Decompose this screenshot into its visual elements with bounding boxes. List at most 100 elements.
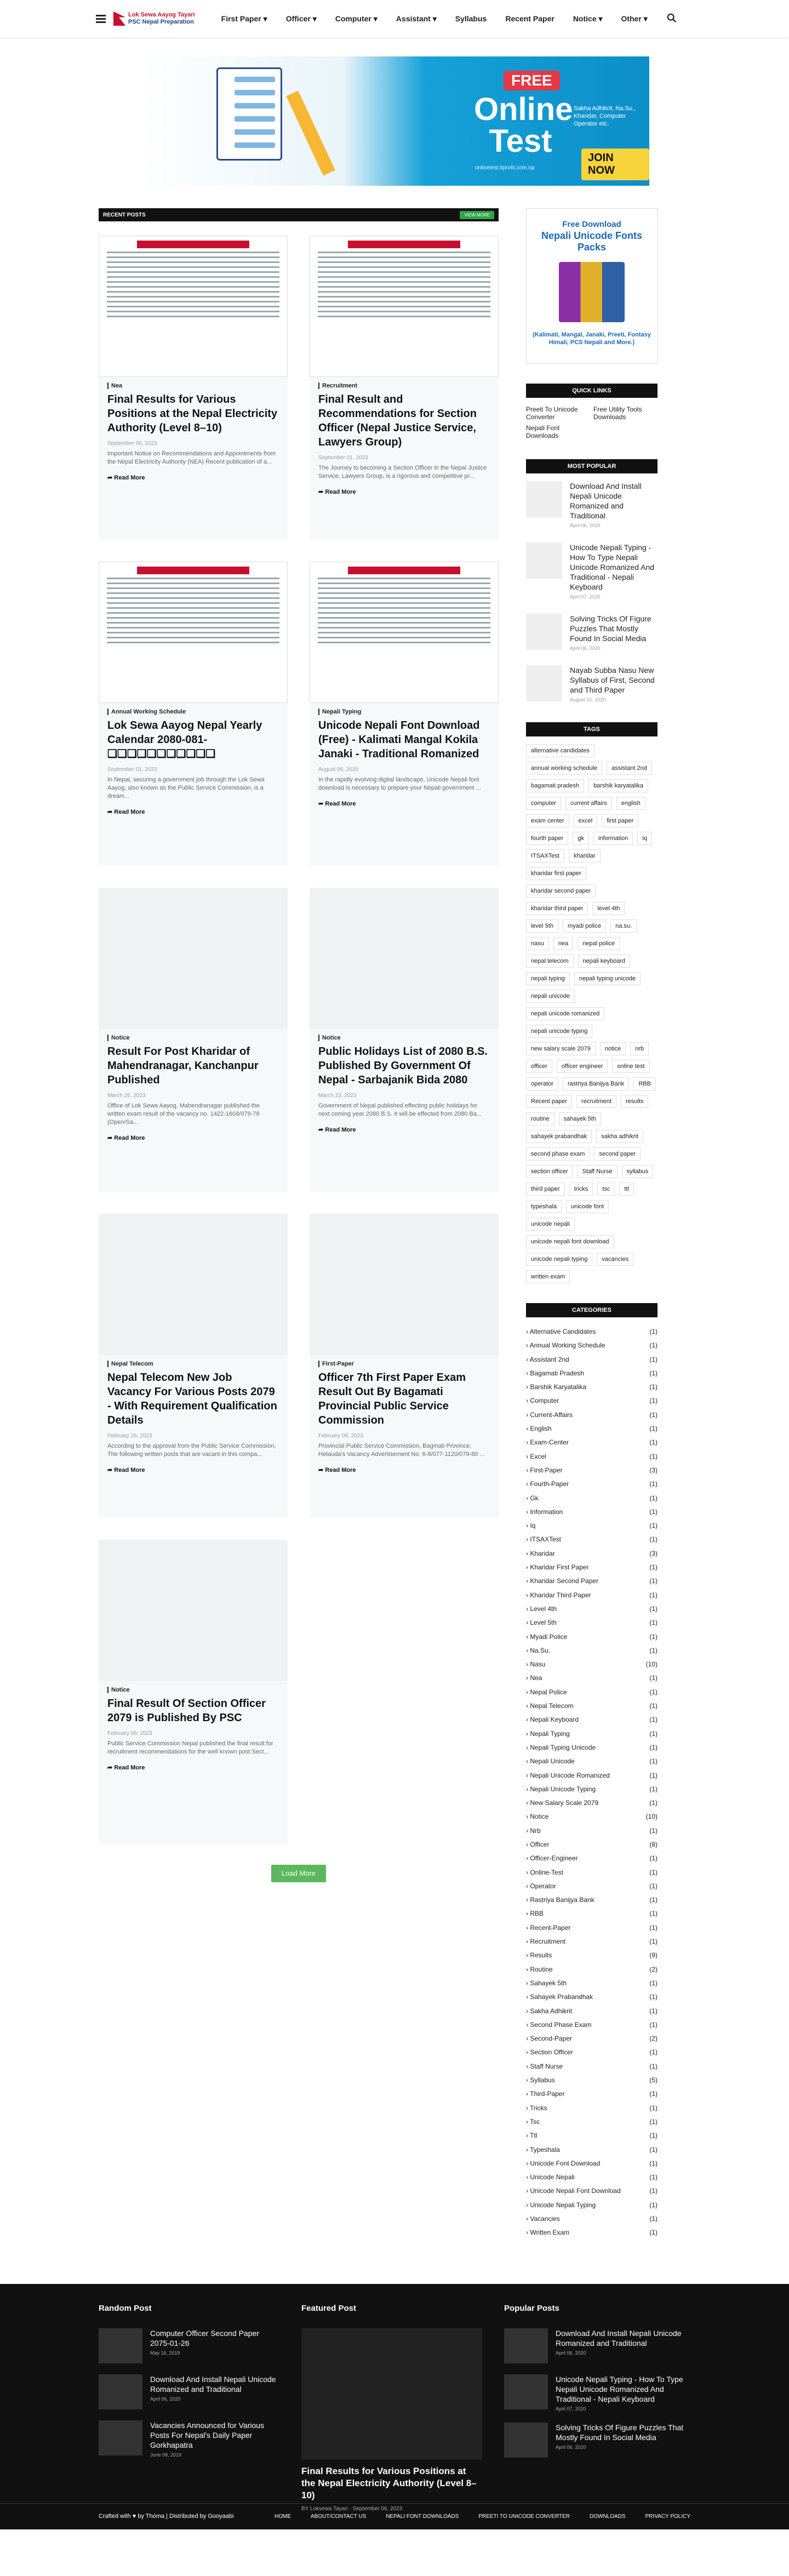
post-title[interactable]: Nepal Telecom New Job Vacancy For Variou… [107, 1370, 279, 1427]
tag[interactable]: rastriya Banijya Bank [562, 1077, 630, 1090]
tag[interactable]: RBB [633, 1077, 656, 1090]
tag[interactable]: kharidar third paper [526, 902, 588, 915]
category-item[interactable]: › Third-Paper (1) [526, 2087, 658, 2101]
tag[interactable]: notice [599, 1042, 626, 1055]
category-item[interactable]: › Myadi Police (1) [526, 1630, 658, 1644]
tag[interactable]: english [616, 797, 645, 810]
post-category[interactable]: Recruitment [318, 382, 490, 389]
post-card[interactable]: Notice Final Result Of Section Officer 20… [99, 1540, 288, 1844]
load-more-button[interactable]: Load More [271, 1865, 326, 1882]
category-item[interactable]: › Gk (1) [526, 1492, 658, 1505]
footer-post-title[interactable]: Computer Officer Second Paper 2075-01-26 [150, 2328, 279, 2348]
category-name[interactable]: › Section Officer [526, 2046, 573, 2059]
category-name[interactable]: › Bagamati Pradesh [526, 1367, 584, 1380]
featured-headline[interactable]: Final Results for Various Positions at t… [301, 2465, 482, 2501]
category-name[interactable]: › Vacancies [526, 2212, 560, 2226]
category-item[interactable]: › Nepal Police (1) [526, 1686, 658, 1699]
category-item[interactable]: › Nrb (1) [526, 1824, 658, 1838]
post-thumbnail[interactable] [310, 236, 499, 377]
post-thumbnail[interactable] [310, 562, 499, 703]
site-logo[interactable]: Lok Sewa Aayog Tayari PSC Nepal Preparati… [113, 12, 195, 26]
footer-thumbnail[interactable] [504, 2422, 548, 2458]
tag[interactable]: fourth paper [526, 832, 569, 845]
category-name[interactable]: › Information [526, 1505, 563, 1519]
font-pack-ad[interactable]: Free Download Nepali Unicode Fonts Packs… [526, 208, 658, 364]
category-name[interactable]: › Nepali Keyboard [526, 1713, 579, 1727]
footer-link[interactable]: PREETI TO UNICODE CONVERTER [478, 2514, 570, 2520]
menu-item[interactable]: Syllabus [455, 14, 487, 24]
category-name[interactable]: › Alternative Candidates [526, 1325, 596, 1339]
category-item[interactable]: › Unicode Nepali Typing (1) [526, 2198, 658, 2212]
category-item[interactable]: › Typeshala (1) [526, 2143, 658, 2157]
category-name[interactable]: › Recruitment [526, 1935, 565, 1949]
category-item[interactable]: › Staff Nurse (1) [526, 2060, 658, 2074]
footer-post-title[interactable]: Solving Tricks Of Figure Puzzles That Mo… [556, 2423, 685, 2442]
popular-title[interactable]: Nayab Subba Nasu New Syllabus of First, … [570, 665, 658, 695]
tag[interactable]: bagamati pradesh [526, 779, 585, 792]
footer-post[interactable]: Computer Officer Second Paper 2075-01-26… [99, 2328, 279, 2363]
post-card[interactable]: Nea Final Results for Various Positions a… [99, 236, 288, 540]
tag[interactable]: nepal telecom [526, 955, 574, 968]
tag[interactable]: nea [553, 937, 574, 950]
tag[interactable]: nasu [526, 937, 549, 950]
post-title[interactable]: Lok Sewa Aayog Nepal Yearly Calendar 208… [107, 718, 279, 761]
category-name[interactable]: › Second Phase Exam [526, 2018, 591, 2032]
category-name[interactable]: › Recent-Paper [526, 1921, 570, 1935]
category-item[interactable]: › Section Officer (1) [526, 2046, 658, 2059]
category-item[interactable]: › Kharidar Second Paper (1) [526, 1574, 658, 1588]
footer-thumbnail[interactable] [99, 2374, 142, 2409]
tag[interactable]: nepali unicode typing [526, 1025, 593, 1038]
post-card[interactable]: Notice Result For Post Kharidar of Mahend… [99, 888, 288, 1192]
category-name[interactable]: › Nea [526, 1671, 542, 1685]
footer-post-title[interactable]: Download And Install Nepali Unicode Roma… [150, 2374, 279, 2394]
post-category[interactable]: Notice [107, 1035, 279, 1041]
tag[interactable]: results [621, 1095, 649, 1108]
tag[interactable]: current affairs [565, 797, 612, 810]
tag[interactable]: unicode nepali [526, 1218, 575, 1231]
category-name[interactable]: › Unicode Nepali [526, 2171, 575, 2184]
category-item[interactable]: › Information (1) [526, 1505, 658, 1519]
tag[interactable]: tsc [597, 1183, 615, 1196]
category-item[interactable]: › Rastriya Banijya Bank (1) [526, 1893, 658, 1907]
tag[interactable]: second paper [594, 1147, 641, 1161]
post-category[interactable]: Nepali Typing [318, 709, 490, 715]
category-name[interactable]: › Exam-Center [526, 1436, 569, 1449]
footer-post-title[interactable]: Unicode Nepali Typing - How To Type Nepa… [556, 2374, 685, 2404]
read-more-link[interactable]: ➦ Read More [107, 474, 279, 481]
tag[interactable]: alternative candidates [526, 744, 595, 757]
tag[interactable]: nrb [630, 1042, 649, 1055]
post-title[interactable]: Final Result and Recommendations for Sec… [318, 392, 490, 449]
tag[interactable]: excel [573, 814, 598, 827]
footer-link[interactable]: DOWNLOADS [590, 2514, 626, 2520]
category-item[interactable]: › Na.Su. (1) [526, 1644, 658, 1658]
category-name[interactable]: › Kharidar Third Paper [526, 1589, 591, 1602]
tag[interactable]: new salary scale 2079 [526, 1042, 596, 1055]
category-item[interactable]: › Barshik Karyatalika (1) [526, 1380, 658, 1394]
footer-post-title[interactable]: Vacancies Announced for Various Posts Fo… [150, 2420, 279, 2450]
category-item[interactable]: › Recruitment (1) [526, 1935, 658, 1949]
tag[interactable]: third paper [526, 1183, 565, 1196]
category-name[interactable]: › Assistant 2nd [526, 1353, 569, 1367]
tag[interactable]: unicode nepali typing [526, 1253, 593, 1266]
post-card[interactable]: Notice Public Holidays List of 2080 B.S. … [310, 888, 499, 1192]
post-title[interactable]: Public Holidays List of 2080 B.S. Publis… [318, 1044, 490, 1087]
category-name[interactable]: › Ttl [526, 2129, 537, 2143]
category-item[interactable]: › RBB (1) [526, 1907, 658, 1921]
tag[interactable]: computer [526, 797, 561, 810]
category-name[interactable]: › Operator [526, 1880, 556, 1893]
read-more-link[interactable]: ➦ Read More [107, 1764, 279, 1771]
tag[interactable]: Staff Nurse [577, 1165, 618, 1178]
footer-post-title[interactable]: Download And Install Nepali Unicode Roma… [556, 2328, 685, 2348]
category-item[interactable]: › Kharidar (3) [526, 1547, 658, 1561]
category-item[interactable]: › Excel (1) [526, 1450, 658, 1464]
read-more-link[interactable]: ➦ Read More [318, 1466, 490, 1473]
tag[interactable]: exam center [526, 814, 569, 827]
category-name[interactable]: › Rastriya Banijya Bank [526, 1893, 594, 1907]
popular-thumbnail[interactable] [526, 542, 562, 579]
tag[interactable]: nepali keyboard [578, 955, 631, 968]
category-name[interactable]: › Nepal Telecom [526, 1699, 573, 1713]
category-name[interactable]: › Second-Paper [526, 2032, 572, 2046]
category-item[interactable]: › New Salary Scale 2079 (1) [526, 1796, 658, 1810]
category-item[interactable]: › Nepali Typing Unicode (1) [526, 1741, 658, 1755]
category-name[interactable]: › Nepali Unicode [526, 1755, 575, 1768]
